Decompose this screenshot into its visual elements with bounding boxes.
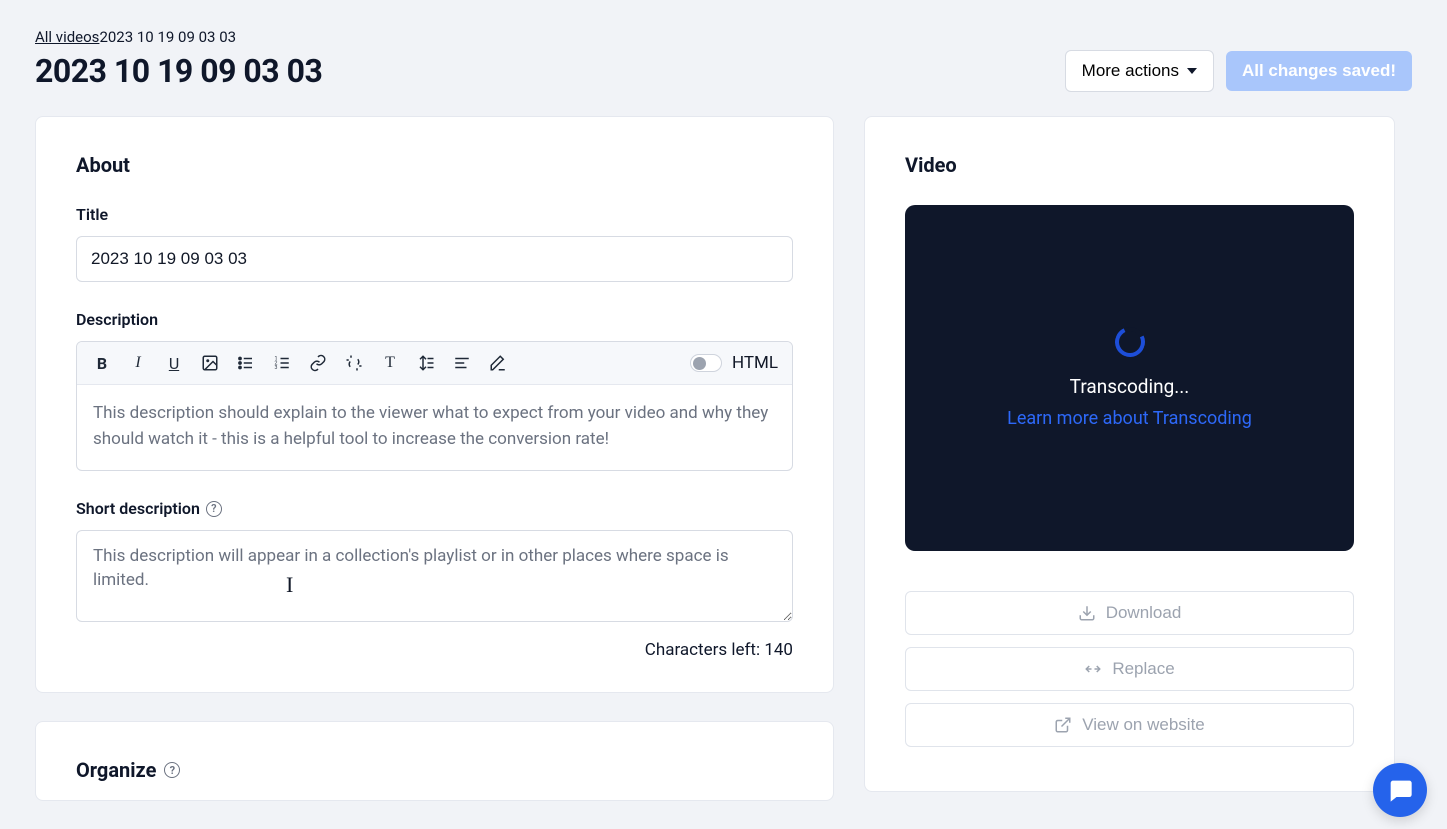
short-description-textarea[interactable] bbox=[76, 530, 793, 622]
html-toggle[interactable] bbox=[690, 354, 722, 372]
italic-icon[interactable]: I bbox=[127, 352, 149, 374]
align-icon[interactable] bbox=[451, 352, 473, 374]
bold-icon[interactable]: B bbox=[91, 352, 113, 374]
clear-format-icon[interactable] bbox=[487, 352, 509, 374]
learn-more-link[interactable]: Learn more about Transcoding bbox=[1007, 408, 1252, 429]
about-card: About Title Description B I U bbox=[35, 116, 834, 693]
chat-widget-button[interactable] bbox=[1373, 763, 1427, 817]
transcoding-status: Transcoding... bbox=[1070, 375, 1190, 398]
short-desc-label: Short description ? bbox=[76, 499, 793, 518]
external-link-icon bbox=[1054, 716, 1072, 734]
download-button[interactable]: Download bbox=[905, 591, 1354, 635]
view-on-website-button[interactable]: View on website bbox=[905, 703, 1354, 747]
chevron-down-icon bbox=[1187, 68, 1197, 74]
description-editor: B I U 123 bbox=[76, 341, 793, 471]
more-actions-button[interactable]: More actions bbox=[1065, 50, 1214, 92]
video-preview: Transcoding... Learn more about Transcod… bbox=[905, 205, 1354, 551]
about-heading: About bbox=[76, 153, 793, 177]
download-icon bbox=[1078, 604, 1096, 622]
organize-heading: Organize ? bbox=[76, 758, 793, 782]
svg-text:3: 3 bbox=[275, 365, 278, 371]
page-title: 2023 10 19 09 03 03 bbox=[35, 52, 322, 90]
replace-button[interactable]: Replace bbox=[905, 647, 1354, 691]
text-size-icon[interactable]: T bbox=[379, 352, 401, 374]
html-toggle-label: HTML bbox=[732, 353, 778, 373]
chat-icon bbox=[1386, 776, 1414, 804]
image-icon[interactable] bbox=[199, 352, 221, 374]
title-input[interactable] bbox=[76, 236, 793, 282]
video-heading: Video bbox=[905, 153, 1354, 177]
breadcrumb-all-videos-link[interactable]: All videos bbox=[35, 28, 99, 46]
organize-card: Organize ? bbox=[35, 721, 834, 801]
replace-icon bbox=[1084, 660, 1102, 678]
video-card: Video Transcoding... Learn more about Tr… bbox=[864, 116, 1395, 792]
editor-toolbar: B I U 123 bbox=[77, 342, 792, 385]
char-count: Characters left: 140 bbox=[76, 640, 793, 660]
title-label: Title bbox=[76, 205, 793, 224]
breadcrumb: All videos2023 10 19 09 03 03 bbox=[35, 28, 1412, 46]
unlink-icon[interactable] bbox=[343, 352, 365, 374]
description-label: Description bbox=[76, 310, 793, 329]
help-icon[interactable]: ? bbox=[164, 762, 180, 778]
more-actions-label: More actions bbox=[1082, 61, 1179, 81]
line-height-icon[interactable] bbox=[415, 352, 437, 374]
link-icon[interactable] bbox=[307, 352, 329, 374]
bullet-list-icon[interactable] bbox=[235, 352, 257, 374]
breadcrumb-current: 2023 10 19 09 03 03 bbox=[99, 28, 236, 46]
help-icon[interactable]: ? bbox=[206, 501, 222, 517]
underline-icon[interactable]: U bbox=[163, 352, 185, 374]
spinner-icon bbox=[1110, 323, 1148, 361]
save-status-button: All changes saved! bbox=[1226, 51, 1412, 91]
description-textarea[interactable]: This description should explain to the v… bbox=[77, 385, 792, 470]
numbered-list-icon[interactable]: 123 bbox=[271, 352, 293, 374]
